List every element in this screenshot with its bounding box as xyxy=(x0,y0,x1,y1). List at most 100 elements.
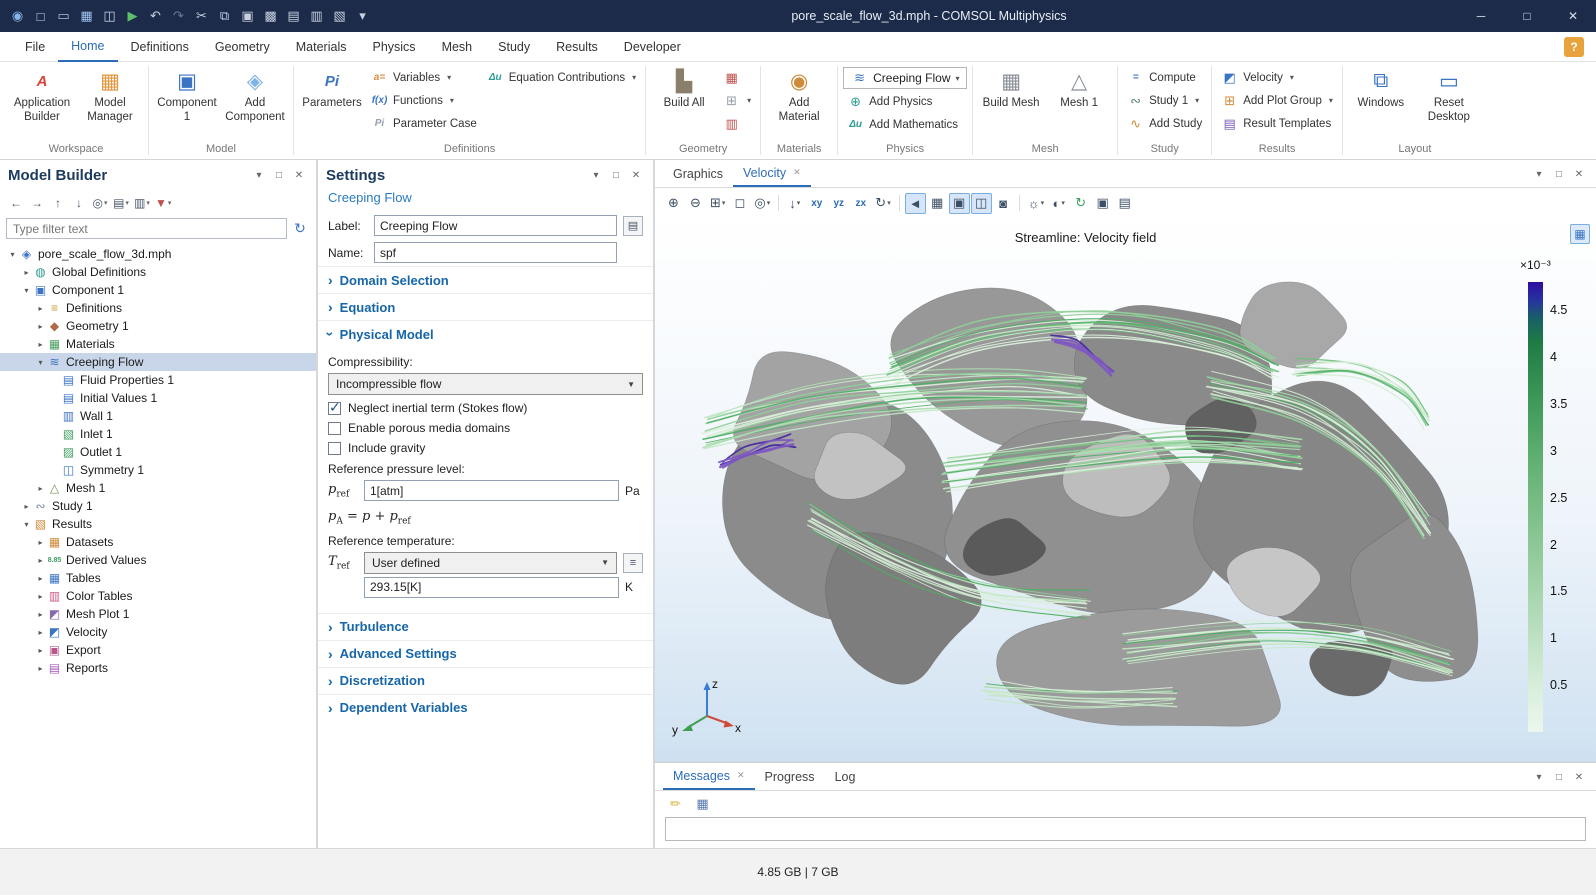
paste-icon[interactable]: ▣ xyxy=(236,4,259,28)
grid-window-icon[interactable]: ▧ xyxy=(328,4,351,28)
copy-table-button[interactable]: ▦ xyxy=(692,794,713,815)
parameters-button[interactable]: PiParameters xyxy=(299,64,365,110)
tree-item-derived-values[interactable]: ▸8.85Derived Values xyxy=(0,551,316,569)
compute-button[interactable]: =Compute xyxy=(1123,67,1206,88)
zoom-out-button[interactable]: ⊖ xyxy=(685,193,706,214)
mesh-1-button[interactable]: △Mesh 1 xyxy=(1046,64,1112,110)
checkbox-enable-porous-media-domains[interactable]: Enable porous media domains xyxy=(328,421,643,435)
section-domain-selection[interactable]: › Domain Selection xyxy=(318,266,653,293)
qat-customize-icon[interactable]: ▾ xyxy=(351,4,374,28)
messages-menu-button[interactable]: ▾ xyxy=(1530,768,1548,786)
component-1-button[interactable]: ▣Component 1 xyxy=(154,64,220,125)
menu-tab-file[interactable]: File xyxy=(12,32,58,62)
model-builder-close-button[interactable]: ✕ xyxy=(290,166,308,184)
filter-button[interactable]: ▼▾ xyxy=(153,193,173,213)
show-button[interactable]: ◎▾ xyxy=(90,193,110,213)
settings-close-button[interactable]: ✕ xyxy=(627,166,645,184)
tree-item-creeping-flow[interactable]: ▾≋Creeping Flow xyxy=(0,353,316,371)
plot-window-icon[interactable]: ▥ xyxy=(305,4,328,28)
go-to-default-view-button[interactable]: ◎▾ xyxy=(751,193,773,214)
settings-float-button[interactable]: □ xyxy=(607,166,625,184)
model-manager-button[interactable]: ▦Model Manager xyxy=(77,64,143,125)
tree-item-wall-1[interactable]: ▥Wall 1 xyxy=(0,407,316,425)
expand-icon[interactable]: ▸ xyxy=(34,484,47,493)
windows-button[interactable]: ⧉Windows xyxy=(1348,64,1414,110)
back-button[interactable]: ← xyxy=(6,193,26,213)
name-input[interactable] xyxy=(374,242,617,263)
add-material-button[interactable]: ◉Add Material xyxy=(766,64,832,125)
checkbox-include-gravity[interactable]: Include gravity xyxy=(328,441,643,455)
tree-item-mesh-1[interactable]: ▸△Mesh 1 xyxy=(0,479,316,497)
clear-messages-button[interactable]: ✏ xyxy=(665,794,686,815)
tree-item-mesh-plot-1[interactable]: ▸◩Mesh Plot 1 xyxy=(0,605,316,623)
reference-pressure-input[interactable] xyxy=(364,480,619,501)
label-input[interactable] xyxy=(374,215,617,236)
section-dependent-variables[interactable]: › Dependent Variables xyxy=(318,694,653,721)
application-builder-button[interactable]: AApplication Builder xyxy=(9,64,75,125)
tree-item-inlet-1[interactable]: ▧Inlet 1 xyxy=(0,425,316,443)
tab-graphics[interactable]: Graphics xyxy=(663,160,733,187)
temperature-input[interactable] xyxy=(364,577,619,598)
menu-tab-mesh[interactable]: Mesh xyxy=(429,32,486,62)
creeping-flow-button[interactable]: ≋Creeping Flow▾ xyxy=(843,67,967,89)
collapse-icon[interactable]: ▾ xyxy=(20,286,33,295)
menu-tab-definitions[interactable]: Definitions xyxy=(118,32,202,62)
menu-tab-physics[interactable]: Physics xyxy=(359,32,428,62)
tree-item-study-1[interactable]: ▸∾Study 1 xyxy=(0,497,316,515)
build-mesh-button[interactable]: ▦Build Mesh xyxy=(978,64,1044,110)
copy-icon[interactable]: ⧉ xyxy=(213,4,236,28)
save-icon[interactable]: ▦ xyxy=(75,4,98,28)
filter-input[interactable] xyxy=(6,218,287,239)
zoom-box-button[interactable]: ⊞▾ xyxy=(707,193,728,214)
3d-scene[interactable] xyxy=(655,218,1596,762)
move-down-button[interactable]: ↓ xyxy=(69,193,89,213)
tab-velocity[interactable]: Velocity✕ xyxy=(733,160,811,187)
tree-item-export[interactable]: ▸▣Export xyxy=(0,641,316,659)
build-all-button[interactable]: ▙Build All xyxy=(651,64,717,110)
tree-item-color-tables[interactable]: ▸▥Color Tables xyxy=(0,587,316,605)
expand-icon[interactable]: ▸ xyxy=(20,502,33,511)
checkbox-neglect-inertial-term-stokes-flow[interactable]: Neglect inertial term (Stokes flow) xyxy=(328,401,643,415)
update-plot-button[interactable]: ↻ xyxy=(1070,193,1091,214)
expand-icon[interactable]: ▸ xyxy=(34,646,47,655)
menu-tab-study[interactable]: Study xyxy=(485,32,543,62)
model-builder-float-button[interactable]: □ xyxy=(270,166,288,184)
tab-progress[interactable]: Progress xyxy=(755,763,825,790)
maximize-button[interactable]: □ xyxy=(1504,0,1550,32)
tree-item-fluid-properties-1[interactable]: ▤Fluid Properties 1 xyxy=(0,371,316,389)
section-physical-model[interactable]: › Physical Model xyxy=(318,320,653,347)
tree-item-datasets[interactable]: ▸▦Datasets xyxy=(0,533,316,551)
print-button[interactable]: ▤ xyxy=(1114,193,1135,214)
menu-tab-developer[interactable]: Developer xyxy=(611,32,694,62)
environment-button[interactable]: ◐▾ xyxy=(1048,193,1069,214)
geometry-livelink-button[interactable]: ⊞▾ xyxy=(719,90,755,111)
help-button[interactable]: ? xyxy=(1564,37,1584,57)
velocity-button[interactable]: ◩Velocity▾ xyxy=(1217,67,1337,88)
section-advanced-settings[interactable]: › Advanced Settings xyxy=(318,640,653,667)
tree-item-velocity[interactable]: ▸◩Velocity xyxy=(0,623,316,641)
result-templates-button[interactable]: ▤Result Templates xyxy=(1217,113,1337,134)
tree-item-component-1[interactable]: ▾▣Component 1 xyxy=(0,281,316,299)
variables-button[interactable]: a=Variables▾ xyxy=(367,67,481,88)
view-lock-button[interactable]: ◙ xyxy=(993,193,1014,214)
tree-item-reports[interactable]: ▸▤Reports xyxy=(0,659,316,677)
close-tab-icon[interactable]: ✕ xyxy=(737,770,745,781)
messages-input[interactable] xyxy=(665,817,1586,841)
tree-item-initial-values-1[interactable]: ▤Initial Values 1 xyxy=(0,389,316,407)
model-tree-node-text-button[interactable]: ▤▾ xyxy=(111,193,131,213)
study-1-button[interactable]: ∾Study 1▾ xyxy=(1123,90,1206,111)
expand-icon[interactable]: ▸ xyxy=(34,322,47,331)
preview-icon[interactable]: ◫ xyxy=(98,4,121,28)
geometry-export-button[interactable]: ▥ xyxy=(719,113,755,134)
zoom-in-button[interactable]: ⊕ xyxy=(663,193,684,214)
go-to-view-button[interactable]: ↓▾ xyxy=(784,193,805,214)
compressibility-select[interactable]: Incompressible flow ▼ xyxy=(328,373,643,395)
tree-item-results[interactable]: ▾▧Results xyxy=(0,515,316,533)
cut-icon[interactable]: ✂ xyxy=(190,4,213,28)
view-zx-button[interactable]: zx xyxy=(850,193,871,214)
tree-item-tables[interactable]: ▸▦Tables xyxy=(0,569,316,587)
collapse-icon[interactable]: ▾ xyxy=(34,358,47,367)
tree-item-pore-scale-flow-3d-mph[interactable]: ▾◈pore_scale_flow_3d.mph xyxy=(0,245,316,263)
expand-icon[interactable]: ▸ xyxy=(34,556,47,565)
graphics-canvas-area[interactable]: Streamline: Velocity field ▦ ×10⁻³ 4.543… xyxy=(655,218,1596,762)
